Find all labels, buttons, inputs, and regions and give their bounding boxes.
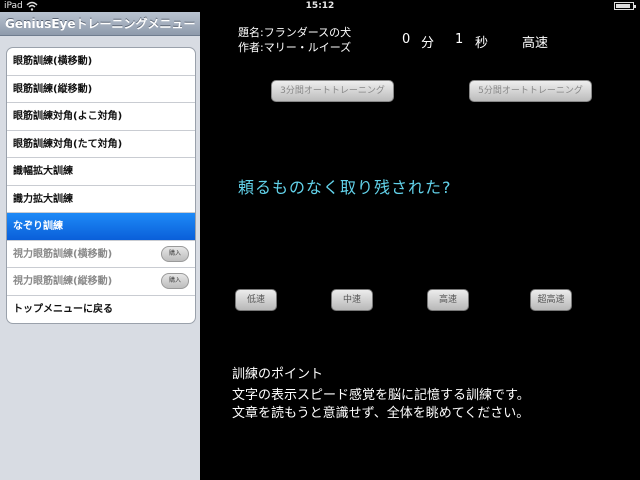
menu-item-tracing[interactable]: なぞり訓練 (7, 213, 195, 241)
menu-item-eye-vertical[interactable]: 眼筋訓練(縦移動) (7, 76, 195, 103)
menu-item-label: トップメニューに戻る (13, 303, 113, 315)
sidebar-title: GeniusEyeトレーニングメニュー (0, 12, 200, 36)
menu-item-eye-horizontal[interactable]: 眼筋訓練(横移動) (7, 48, 195, 76)
menu-item-label: 識幅拡大訓練 (13, 166, 73, 177)
buy-button[interactable]: 購入 (161, 273, 189, 289)
speed-high-button[interactable]: 高速 (427, 289, 469, 311)
timer-minutes-unit: 分 (421, 36, 435, 51)
menu-item-width-expansion[interactable]: 識幅拡大訓練 (7, 158, 195, 186)
menu-item-label: 眼筋訓練(縦移動) (13, 83, 93, 95)
training-point-line-1: 文字の表示スピード感覚を脳に記憶する訓練です。 (232, 388, 530, 403)
auto-training-3min-button[interactable]: 3分間オートトレーニング (271, 80, 394, 102)
book-title: 題名:フランダースの犬 (238, 26, 352, 39)
buy-button[interactable]: 購入 (161, 245, 189, 262)
timer-minutes: 0 (402, 32, 411, 47)
menu-item-label: なぞり訓練 (13, 221, 63, 232)
current-speed: 高速 (522, 36, 549, 51)
menu-item-label: 視力眼筋訓練(縦移動) (13, 276, 113, 287)
reading-text: 頼るものなく取り残された? (238, 178, 452, 197)
battery-icon (614, 2, 636, 10)
menu-item-eye-diagonal-vertical[interactable]: 眼筋訓練対角(たて対角) (7, 131, 195, 158)
training-menu: 眼筋訓練(横移動) 眼筋訓練(縦移動) 眼筋訓練対角(よこ対角) 眼筋訓練対角(… (6, 47, 196, 324)
training-point-line-2: 文章を読もうと意識せず、全体を眺めてください。 (232, 406, 530, 421)
speed-ultra-button[interactable]: 超高速 (530, 289, 572, 311)
menu-item-vision-vertical[interactable]: 視力眼筋訓練(縦移動) 購入 (7, 268, 195, 296)
timer-seconds-unit: 秒 (475, 36, 489, 51)
auto-training-5min-button[interactable]: 5分間オートトレーニング (469, 80, 592, 102)
book-author: 作者:マリー・ルイーズ (238, 41, 352, 54)
training-point-heading: 訓練のポイント (232, 367, 324, 382)
menu-item-power-expansion[interactable]: 識力拡大訓練 (7, 186, 195, 213)
sidebar: GeniusEyeトレーニングメニュー 眼筋訓練(横移動) 眼筋訓練(縦移動) … (0, 12, 200, 480)
menu-item-back-to-top[interactable]: トップメニューに戻る (7, 296, 195, 324)
menu-item-label: 視力眼筋訓練(横移動) (13, 248, 113, 260)
menu-item-vision-horizontal[interactable]: 視力眼筋訓練(横移動) 購入 (7, 241, 195, 268)
speed-low-button[interactable]: 低速 (235, 289, 277, 311)
menu-item-label: 眼筋訓練(横移動) (13, 56, 93, 67)
timer-seconds: 1 (455, 32, 464, 47)
status-bar: iPad 15:12 (0, 0, 640, 12)
clock: 15:12 (305, 1, 335, 11)
menu-item-label: 眼筋訓練対角(よこ対角) (13, 111, 123, 122)
menu-item-label: 識力拡大訓練 (13, 193, 73, 205)
menu-item-eye-diagonal-horizontal[interactable]: 眼筋訓練対角(よこ対角) (7, 103, 195, 131)
speed-mid-button[interactable]: 中速 (331, 289, 373, 311)
menu-item-label: 眼筋訓練対角(たて対角) (13, 138, 123, 150)
